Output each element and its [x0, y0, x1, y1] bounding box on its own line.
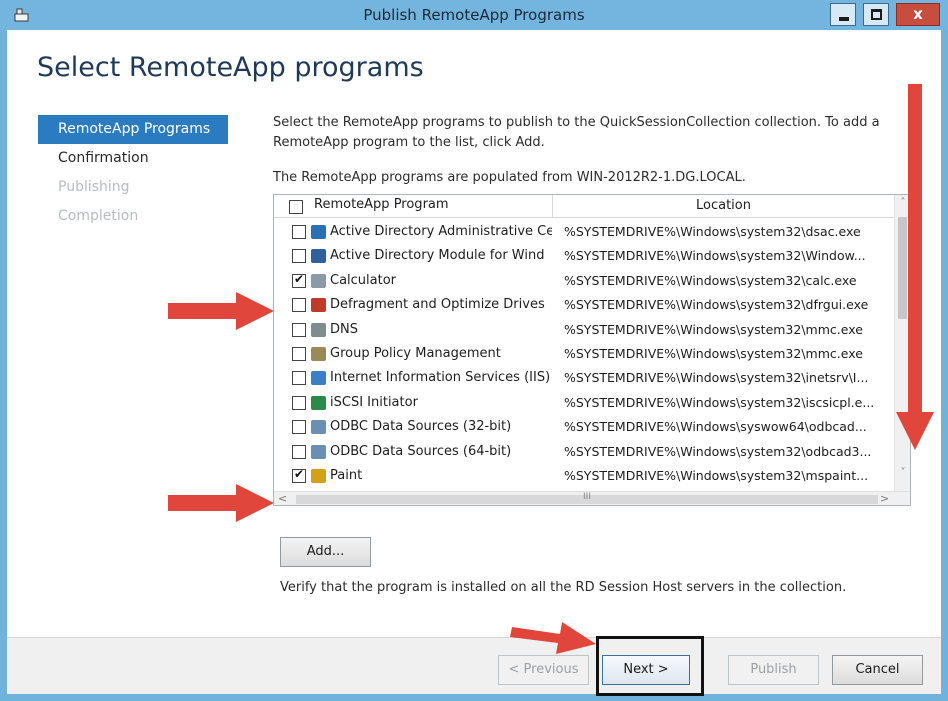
program-checkbox[interactable] [292, 322, 306, 337]
program-checkbox[interactable] [292, 298, 306, 313]
odbc-icon [311, 444, 326, 459]
odbc-icon [311, 420, 326, 435]
program-location: %SYSTEMDRIVE%\Windows\system32\mmc.exe [564, 321, 863, 337]
ad-admin-center-icon [311, 225, 326, 239]
calculator-icon [311, 273, 326, 288]
group-policy-icon [311, 346, 326, 361]
program-checkbox[interactable] [292, 272, 306, 288]
remoteapp-program-list[interactable]: RemoteApp Program Location Active Direct… [273, 194, 911, 506]
program-checkbox[interactable] [292, 346, 306, 361]
column-header-program[interactable]: RemoteApp Program [314, 197, 449, 212]
table-row[interactable]: Paint %SYSTEMDRIVE%\Windows\system32\mspa… [274, 464, 894, 488]
program-name: ODBC Data Sources (32-bit) [330, 419, 512, 435]
program-location: %SYSTEMDRIVE%\Windows\system32\odbcad3..… [564, 443, 872, 459]
table-row[interactable]: DNS %SYSTEMDRIVE%\Windows\system32\mmc.ex… [274, 318, 894, 342]
program-location: %SYSTEMDRIVE%\Windows\syswow64\odbcad... [564, 419, 867, 435]
program-checkbox[interactable] [292, 371, 306, 386]
program-rows: Active Directory Administrative Ce %SYSTE… [274, 220, 894, 492]
program-name: Paint [330, 467, 363, 483]
list-header: RemoteApp Program Location [274, 195, 894, 218]
page-title: Select RemoteApp programs [37, 52, 424, 83]
table-row[interactable]: Active Directory Administrative Ce %SYSTE… [274, 220, 894, 244]
program-location: %SYSTEMDRIVE%\Windows\system32\calc.exe [564, 272, 857, 288]
scroll-left-icon[interactable]: < [278, 492, 287, 505]
paint-icon [311, 468, 326, 483]
program-checkbox[interactable] [292, 420, 306, 435]
scroll-down-icon[interactable]: ˅ [896, 467, 910, 483]
vertical-scroll-thumb[interactable] [898, 217, 907, 319]
program-location: %SYSTEMDRIVE%\Windows\system32\Window... [564, 248, 866, 264]
next-button-highlight-box [596, 636, 704, 696]
table-row[interactable]: Internet Information Services (IIS) %SYST… [274, 366, 894, 390]
program-name: Group Policy Management [330, 345, 501, 361]
nav-item-remoteapp-programs[interactable]: RemoteApp Programs [38, 115, 228, 144]
close-icon: x [913, 5, 923, 23]
wizard-nav: RemoteApp Programs Confirmation Publishing… [38, 115, 228, 231]
table-row[interactable]: Calculator %SYSTEMDRIVE%\Windows\system32… [274, 269, 894, 293]
scroll-grip-icon: III [583, 492, 591, 502]
scroll-up-icon[interactable]: ˄ [896, 197, 910, 211]
cancel-button[interactable]: Cancel [832, 655, 923, 685]
table-row[interactable]: Defragment and Optimize Drives %SYSTEMDRI… [274, 293, 894, 317]
table-row[interactable]: Group Policy Management %SYSTEMDRIVE%\Win… [274, 342, 894, 366]
add-button[interactable]: Add... [280, 537, 371, 567]
instructions-text: Select the RemoteApp programs to publish… [273, 115, 880, 150]
program-checkbox[interactable] [292, 467, 306, 483]
publish-button[interactable]: Publish [728, 655, 819, 685]
verify-note: Verify that the program is installed on … [280, 580, 847, 595]
program-location: %SYSTEMDRIVE%\Windows\system32\iscsicpl.… [564, 394, 875, 410]
table-row[interactable]: Active Directory Module for Wind %SYSTEMD… [274, 244, 894, 268]
program-location: %SYSTEMDRIVE%\Windows\system32\mspaint..… [564, 467, 869, 483]
scroll-right-icon[interactable]: > [880, 492, 889, 505]
table-row[interactable]: iSCSI Initiator %SYSTEMDRIVE%\Windows\sys… [274, 391, 894, 415]
minimize-button[interactable] [830, 3, 856, 26]
program-name: DNS [330, 321, 358, 337]
horizontal-scrollbar[interactable]: < III > [274, 491, 910, 505]
horizontal-scroll-thumb[interactable]: III [296, 492, 878, 504]
program-name: Calculator [330, 272, 397, 288]
program-name: Defragment and Optimize Drives [330, 297, 545, 313]
maximize-icon [871, 9, 882, 20]
table-row[interactable]: ODBC Data Sources (32-bit) %SYSTEMDRIVE%\… [274, 415, 894, 439]
program-name: Active Directory Administrative Ce [330, 224, 552, 239]
dns-icon [311, 322, 326, 337]
program-location: %SYSTEMDRIVE%\Windows\system32\inetsrv\I… [564, 370, 869, 386]
program-name: Active Directory Module for Wind [330, 248, 545, 264]
vertical-scrollbar[interactable]: ˄ ˅ [894, 195, 910, 491]
program-location: %SYSTEMDRIVE%\Windows\system32\dfrgui.ex… [564, 297, 869, 313]
populated-from-text: The RemoteApp programs are populated fro… [273, 170, 746, 185]
nav-item-publishing: Publishing [58, 179, 130, 195]
program-location: %SYSTEMDRIVE%\Windows\system32\mmc.exe [564, 345, 863, 361]
program-checkbox[interactable] [292, 395, 306, 410]
nav-item-confirmation[interactable]: Confirmation [38, 144, 228, 173]
program-name: Internet Information Services (IIS) [330, 370, 551, 386]
window-title: Publish RemoteApp Programs [363, 6, 585, 24]
program-checkbox[interactable] [292, 225, 306, 239]
nav-item-completion: Completion [58, 208, 139, 224]
minimize-icon [839, 17, 849, 21]
column-header-location[interactable]: Location [552, 195, 894, 218]
maximize-button[interactable] [863, 3, 889, 26]
previous-button[interactable]: < Previous [498, 655, 589, 685]
select-all-checkbox[interactable] [289, 200, 303, 214]
program-location: %SYSTEMDRIVE%\Windows\system32\dsac.exe [564, 224, 861, 239]
table-row[interactable]: ODBC Data Sources (64-bit) %SYSTEMDRIVE%\… [274, 440, 894, 464]
close-button[interactable]: x [896, 3, 940, 26]
program-name: iSCSI Initiator [330, 394, 418, 410]
iscsi-icon [311, 395, 326, 410]
defrag-icon [311, 298, 326, 313]
program-name: ODBC Data Sources (64-bit) [330, 443, 512, 459]
program-checkbox[interactable] [292, 444, 306, 459]
powershell-module-icon [311, 249, 326, 264]
title-bar[interactable]: Publish RemoteApp Programs x [0, 0, 948, 30]
program-checkbox[interactable] [292, 249, 306, 264]
iis-icon [311, 371, 326, 386]
